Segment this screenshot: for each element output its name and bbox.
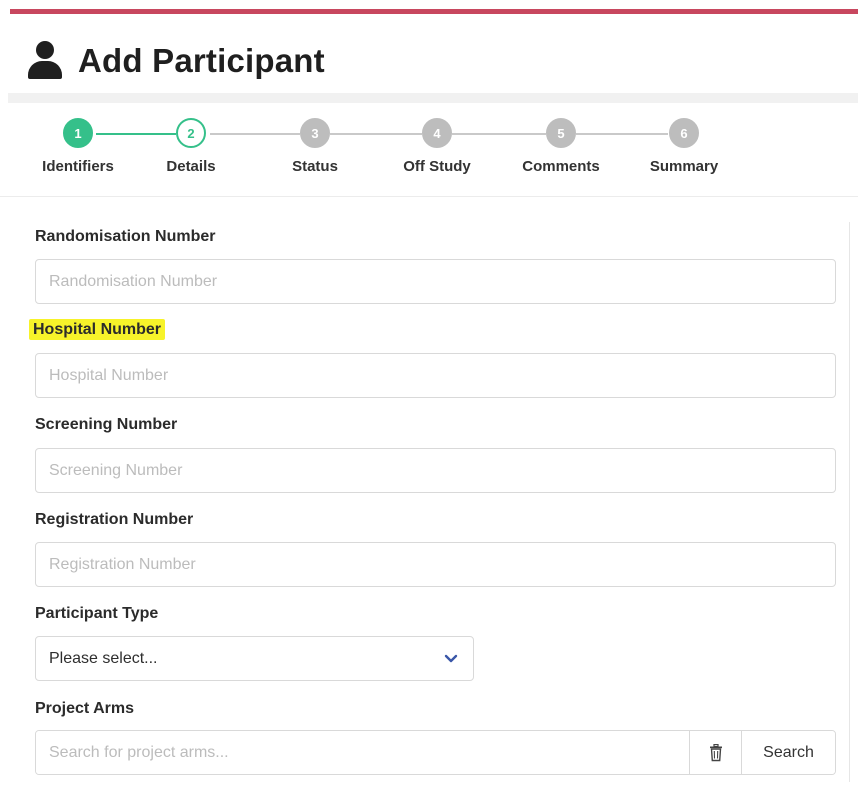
step-off-study[interactable]: 4 Off Study — [387, 118, 487, 175]
project-arms-label: Project Arms — [35, 700, 134, 717]
trash-icon — [709, 743, 722, 761]
step-identifiers[interactable]: 1 Identifiers — [28, 118, 128, 175]
page-title: Add Participant — [78, 42, 325, 79]
accent-top-bar — [10, 9, 858, 14]
step-number: 3 — [300, 118, 330, 148]
step-number: 6 — [669, 118, 699, 148]
participant-type-value: Please select... — [49, 649, 158, 667]
search-button[interactable]: Search — [741, 731, 835, 774]
chevron-down-icon — [444, 654, 458, 662]
step-number: 4 — [422, 118, 452, 148]
step-label: Details — [166, 158, 216, 175]
project-arms-search-input[interactable] — [36, 731, 689, 774]
screening-number-input[interactable] — [35, 448, 836, 493]
participant-type-label: Participant Type — [35, 605, 159, 622]
step-details[interactable]: 2 Details — [141, 118, 241, 175]
registration-number-input[interactable] — [35, 542, 836, 587]
clear-button[interactable] — [689, 731, 741, 774]
step-number: 1 — [63, 118, 93, 148]
participant-type-select[interactable]: Please select... — [35, 636, 474, 681]
step-number: 5 — [546, 118, 576, 148]
step-label: Identifiers — [42, 158, 114, 175]
step-label: Comments — [522, 158, 600, 175]
step-number: 2 — [176, 118, 206, 148]
hospital-number-label: Hospital Number — [29, 319, 166, 340]
screening-number-label: Screening Number — [35, 416, 178, 433]
randomisation-number-input[interactable] — [35, 259, 836, 304]
panel-border — [849, 222, 850, 782]
step-comments[interactable]: 5 Comments — [511, 118, 611, 175]
step-summary[interactable]: 6 Summary — [634, 118, 734, 175]
step-status[interactable]: 3 Status — [265, 118, 365, 175]
hospital-number-input[interactable] — [35, 353, 836, 398]
randomisation-number-label: Randomisation Number — [35, 228, 216, 245]
user-icon — [28, 41, 62, 81]
registration-number-label: Registration Number — [35, 511, 194, 528]
step-label: Off Study — [403, 158, 471, 175]
project-arms-search-group: Search — [35, 730, 836, 775]
highlight-mark: Hospital Number — [29, 319, 166, 340]
step-label: Summary — [649, 158, 719, 175]
step-label: Status — [292, 158, 338, 175]
page-header: Add Participant — [28, 36, 325, 86]
header-divider — [8, 93, 858, 103]
